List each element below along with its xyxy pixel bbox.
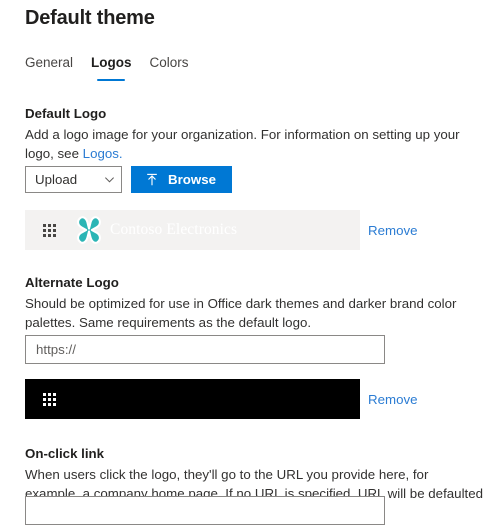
tab-colors[interactable]: Colors xyxy=(141,54,198,72)
tab-general[interactable]: General xyxy=(16,54,82,72)
remove-alternate-logo-link[interactable]: Remove xyxy=(368,392,418,407)
chevron-down-icon xyxy=(105,177,114,183)
onclick-link-url-input[interactable] xyxy=(25,496,385,525)
waffle-grid-icon xyxy=(41,222,57,238)
default-logo-description: Add a logo image for your organization. … xyxy=(25,125,480,163)
onclick-link-heading: On-click link xyxy=(25,446,105,461)
tab-logos[interactable]: Logos xyxy=(82,54,141,81)
contoso-brand-text: Contoso Electronics xyxy=(110,221,238,238)
browse-button-label: Browse xyxy=(168,172,217,187)
tab-colors-label: Colors xyxy=(149,55,189,70)
tab-active-indicator xyxy=(97,79,126,81)
waffle-grid-icon xyxy=(41,391,57,407)
logos-help-link[interactable]: Logos. xyxy=(83,146,123,161)
default-logo-heading: Default Logo xyxy=(25,106,107,121)
alternate-logo-preview xyxy=(25,379,360,419)
logo-source-select-value: Upload xyxy=(35,172,78,187)
alternate-logo-description: Should be optimized for use in Office da… xyxy=(25,296,457,330)
contoso-butterfly-logo-icon xyxy=(77,216,101,244)
default-theme-logos-panel: Default theme General Logos Colors Defau… xyxy=(0,0,500,532)
tab-logos-label: Logos xyxy=(91,55,132,70)
alternate-logo-heading: Alternate Logo xyxy=(25,275,119,290)
browse-button[interactable]: Browse xyxy=(131,166,233,193)
alternate-logo-url-input[interactable] xyxy=(25,335,385,364)
default-logo-preview: Contoso Electronics xyxy=(25,210,360,250)
tab-general-label: General xyxy=(25,55,74,70)
logo-source-select[interactable]: Upload xyxy=(25,166,122,193)
remove-default-logo-link[interactable]: Remove xyxy=(368,223,418,238)
upload-icon xyxy=(147,173,157,185)
page-title: Default theme xyxy=(25,7,155,29)
contoso-brand-lockup: Contoso Electronics xyxy=(74,215,237,245)
theme-tabs: General Logos Colors xyxy=(16,54,198,81)
